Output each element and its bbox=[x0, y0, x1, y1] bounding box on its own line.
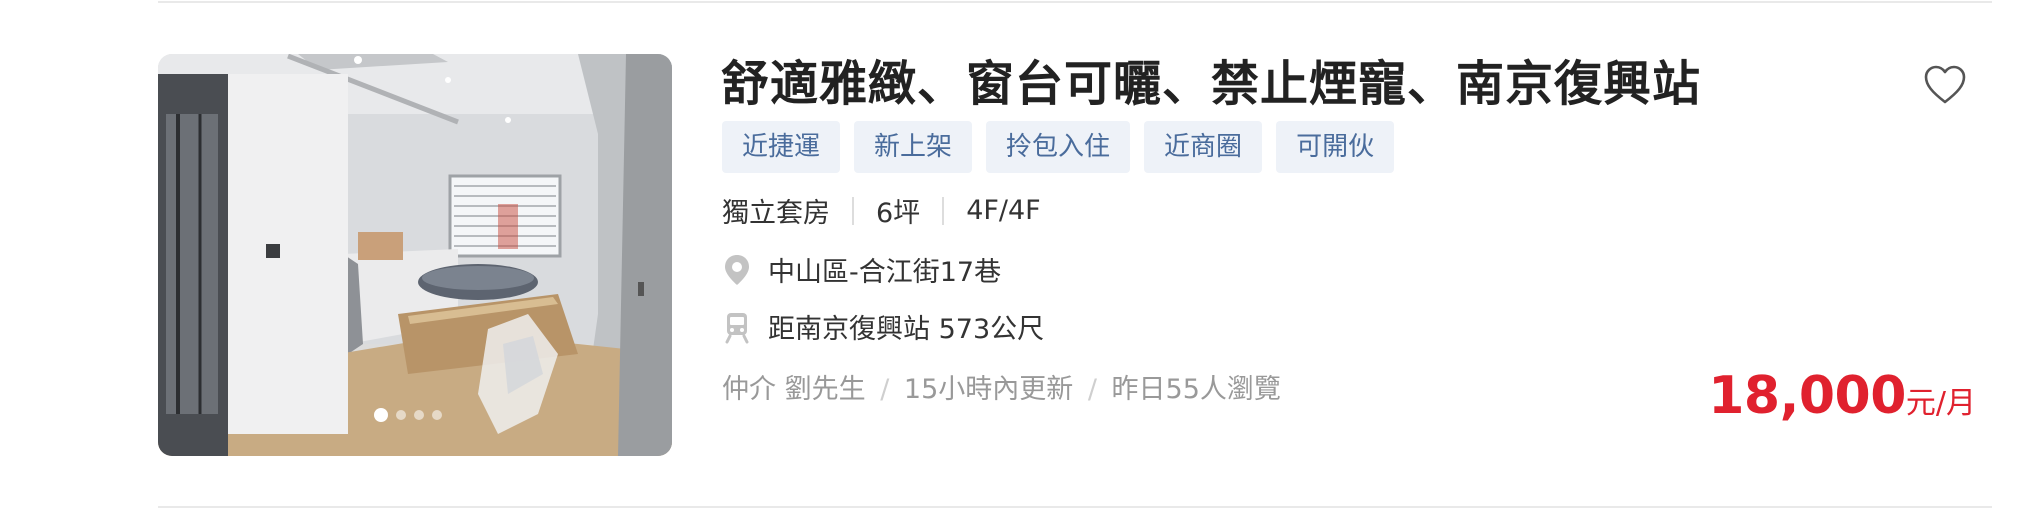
spec-divider bbox=[942, 196, 945, 225]
tag-near-shopping: 近商圈 bbox=[1144, 121, 1263, 173]
spec-divider bbox=[852, 196, 854, 225]
tag-near-mrt: 近捷運 bbox=[722, 121, 841, 173]
photo-carousel-dots[interactable] bbox=[374, 408, 442, 422]
bottom-divider bbox=[158, 506, 1992, 508]
price-amount: 18,000 bbox=[1708, 366, 1906, 426]
listing-meta: 仲介 劉先生 / 15小時內更新 / 昨日55人瀏覽 bbox=[722, 367, 1281, 406]
listing-address: 中山區-合江街17巷 bbox=[722, 250, 1001, 289]
views-text: 昨日55人瀏覽 bbox=[1111, 374, 1281, 405]
tag-cooking-allowed: 可開伙 bbox=[1276, 121, 1395, 173]
spec-size: 6坪 bbox=[876, 198, 921, 229]
spec-room-type: 獨立套房 bbox=[722, 198, 830, 229]
photo-dot[interactable] bbox=[414, 410, 424, 420]
photo-dot[interactable] bbox=[432, 410, 442, 420]
agent-text: 仲介 劉先生 bbox=[722, 374, 866, 405]
listing-card[interactable]: 舒適雅緻、窗台可曬、禁止煙寵、南京復興站 近捷運 新上架 拎包入住 近商圈 可開… bbox=[158, 54, 1992, 458]
meta-separator: / bbox=[880, 374, 890, 405]
distance-text: 距南京復興站 573公尺 bbox=[768, 314, 1045, 345]
heart-outline-icon bbox=[1924, 65, 1966, 104]
train-icon bbox=[725, 312, 749, 343]
photo-dot[interactable] bbox=[374, 408, 388, 422]
map-pin-icon bbox=[725, 254, 749, 285]
price-unit: 元/月 bbox=[1905, 386, 1976, 421]
listing-title[interactable]: 舒適雅緻、窗台可曬、禁止煙寵、南京復興站 bbox=[721, 54, 1701, 114]
tag-move-in-ready: 拎包入住 bbox=[986, 121, 1131, 173]
favorite-button[interactable] bbox=[1922, 62, 1968, 108]
listing-distance: 距南京復興站 573公尺 bbox=[722, 307, 1044, 346]
room-photo-illustration bbox=[158, 54, 672, 456]
spec-floor: 4F/4F bbox=[966, 195, 1041, 226]
feature-tags: 近捷運 新上架 拎包入住 近商圈 可開伙 bbox=[722, 121, 1395, 173]
top-divider bbox=[158, 1, 1992, 3]
photo-dot[interactable] bbox=[396, 410, 406, 420]
tag-new-listing: 新上架 bbox=[854, 121, 973, 173]
listing-specs: 獨立套房 6坪 4F/4F bbox=[722, 191, 1041, 230]
meta-separator: / bbox=[1087, 374, 1097, 405]
address-text: 中山區-合江街17巷 bbox=[768, 257, 1002, 288]
updated-text: 15小時內更新 bbox=[903, 374, 1074, 405]
listing-price: 18,000元/月 bbox=[1708, 366, 1976, 426]
listing-photo[interactable] bbox=[158, 54, 672, 456]
